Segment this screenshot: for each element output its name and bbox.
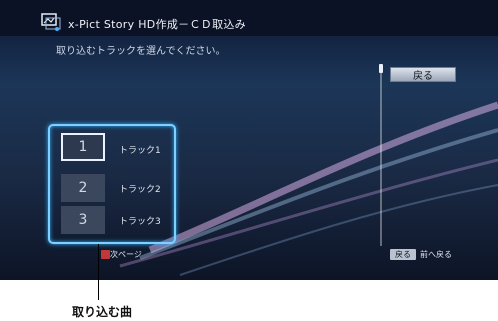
back-key-icon: 戻る xyxy=(390,249,416,260)
track-1-button[interactable]: 1 xyxy=(61,133,105,161)
scrollbar[interactable] xyxy=(380,66,382,246)
xmb-screen: x-Pict Story HD作成－ＣＤ取込み 取り込むトラックを選んでください… xyxy=(0,0,498,280)
track-2-label: トラック2 xyxy=(119,185,161,195)
track-2-button[interactable]: 2 xyxy=(61,174,105,202)
photo-album-icon xyxy=(41,13,61,31)
square-button-icon xyxy=(101,250,110,259)
scrollbar-thumb[interactable] xyxy=(379,64,383,73)
instruction-text: 取り込むトラックを選んでください。 xyxy=(56,46,226,57)
track-1-label: トラック1 xyxy=(119,146,161,156)
back-hint-label: 前へ戻る xyxy=(420,250,452,259)
next-page-hint: 次ページ xyxy=(110,250,142,259)
callout-line xyxy=(98,244,99,300)
back-button[interactable]: 戻る xyxy=(390,67,456,82)
callout-label: 取り込む曲 xyxy=(72,305,133,319)
track-3-button[interactable]: 3 xyxy=(61,206,105,234)
track-3-label: トラック3 xyxy=(119,217,161,227)
page-title: x-Pict Story HD作成－ＣＤ取込み xyxy=(68,18,246,31)
